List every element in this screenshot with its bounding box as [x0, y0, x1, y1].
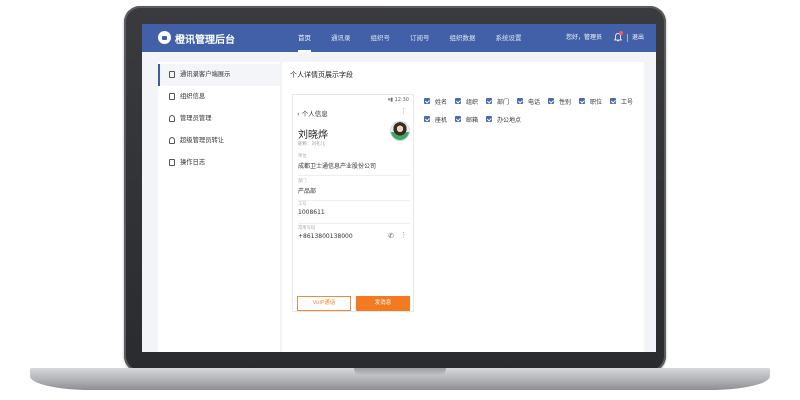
- field-value: 成都卫士通信息产业股份公司: [298, 163, 377, 170]
- nav-item-home[interactable]: 首页: [288, 24, 321, 52]
- checkbox-label: 工号: [621, 98, 634, 106]
- checkbox-label: 职位: [590, 98, 603, 106]
- header-divider: [627, 34, 628, 42]
- nav-item-org-data[interactable]: 组织数据: [440, 24, 486, 52]
- users-icon: [169, 115, 175, 122]
- checkbox-position[interactable]: 职位: [579, 96, 602, 106]
- document-icon: [169, 93, 175, 100]
- page-title: 个人详情页展示字段: [290, 71, 353, 79]
- field-value: +8613800138000: [298, 233, 353, 240]
- sidebar-item-operation-log[interactable]: 操作日志: [158, 152, 280, 174]
- notification-badge: [619, 31, 623, 35]
- checkbox-landline[interactable]: 座机: [424, 114, 447, 124]
- field-phone: 常用号码 +8613800138000 ✆ ⋮: [298, 225, 410, 247]
- user-greeting: 您好，管理员: [566, 34, 603, 41]
- more-icon: ⋮: [400, 231, 407, 239]
- send-message-button: 发消息: [356, 296, 410, 311]
- status-time: 12:30: [394, 97, 409, 103]
- phone-status-bar: ▾▮ 12:30: [388, 97, 409, 103]
- field-value: 产品部: [298, 188, 317, 195]
- checkbox-checked[interactable]: [610, 98, 616, 104]
- field-employee-id: 工号 1008611: [298, 201, 410, 224]
- user-transfer-icon: [169, 137, 175, 144]
- phone-back: ‹ 个人信息: [297, 108, 328, 118]
- checkbox-employee-id[interactable]: 工号: [610, 96, 633, 106]
- chevron-left-icon: ‹: [297, 110, 300, 118]
- checkbox-label: 性别: [559, 98, 572, 106]
- checkbox-email[interactable]: 邮箱: [455, 114, 478, 124]
- contact-nickname: 昵称：刘礼儿: [298, 142, 325, 147]
- app-title: 橙讯管理后台: [175, 35, 235, 46]
- top-nav: 首页 通讯录 组织号 订阅号 组织数据 系统设置: [288, 24, 532, 52]
- sidebar-item-super-admin-transfer[interactable]: 超级管理员转让: [158, 130, 280, 152]
- field-unit: 单位 成都卫士通信息产业股份公司: [298, 153, 410, 176]
- checkbox-label: 座机: [435, 116, 448, 124]
- lock-logo-icon: [158, 31, 171, 44]
- nav-item-org-account[interactable]: 组织号: [361, 24, 401, 52]
- checkbox-checked[interactable]: [424, 98, 430, 104]
- checkbox-checked[interactable]: [455, 116, 461, 122]
- more-icon: ⋮: [400, 107, 407, 115]
- sidebar: 通讯录客户端展示 组织信息 管理员管理 超级管理员转让 操作日志: [158, 62, 280, 352]
- checkbox-label: 部门: [497, 98, 510, 106]
- checkbox-label: 邮箱: [466, 116, 479, 124]
- checkbox-checked[interactable]: [517, 98, 523, 104]
- signal-icon: ▾▮: [387, 97, 393, 103]
- sidebar-item-label: 操作日志: [180, 159, 206, 166]
- checkbox-gender[interactable]: 性别: [548, 96, 571, 106]
- checkbox-checked[interactable]: [486, 116, 492, 122]
- checkbox-org[interactable]: 组织: [455, 96, 478, 106]
- sidebar-item-label: 组织信息: [180, 93, 206, 100]
- voip-call-button: VoIP通话: [297, 296, 351, 311]
- contact-name: 刘晓烨: [298, 130, 328, 141]
- sidebar-item-label: 通讯录客户端展示: [180, 71, 231, 78]
- field-label: 部门: [298, 179, 307, 184]
- nav-item-settings[interactable]: 系统设置: [486, 24, 532, 52]
- top-bar: 橙讯管理后台 首页 通讯录 组织号 订阅号 组织数据 系统设置 您好，管理员 退…: [142, 24, 656, 52]
- phone-icon: [169, 71, 175, 78]
- call-icon: ✆: [388, 232, 394, 240]
- checkbox-checked[interactable]: [455, 98, 461, 104]
- field-label: 工号: [298, 202, 307, 207]
- checkbox-label: 组织: [466, 98, 479, 106]
- checkbox-phone[interactable]: 电话: [517, 96, 540, 106]
- field-value: 1008611: [298, 209, 325, 216]
- laptop-notch: [354, 368, 446, 375]
- main-panel: 个人详情页展示字段 ▾▮ 12:30 ‹ 个人信息 ⋮ 刘晓烨 昵称：刘礼儿 单…: [282, 62, 644, 352]
- logout-link[interactable]: 退出: [632, 24, 644, 52]
- field-department: 部门 产品部: [298, 178, 410, 201]
- checkbox-office[interactable]: 办公地点: [486, 114, 521, 124]
- nav-item-subscription[interactable]: 订阅号: [400, 24, 440, 52]
- log-icon: [169, 159, 175, 166]
- checkbox-label: 电话: [528, 98, 541, 106]
- sidebar-item-org-info[interactable]: 组织信息: [158, 86, 280, 108]
- checkbox-checked[interactable]: [486, 98, 492, 104]
- sidebar-item-contacts-display[interactable]: 通讯录客户端展示: [158, 64, 280, 86]
- sidebar-item-label: 超级管理员转让: [180, 137, 225, 144]
- nav-item-contacts[interactable]: 通讯录: [321, 24, 361, 52]
- field-label: 单位: [298, 154, 307, 159]
- checkbox-department[interactable]: 部门: [486, 96, 509, 106]
- phone-preview: ▾▮ 12:30 ‹ 个人信息 ⋮ 刘晓烨 昵称：刘礼儿 单位 成都卫士通信息产…: [292, 94, 414, 312]
- avatar: [390, 121, 410, 141]
- field-label: 常用号码: [298, 226, 316, 231]
- checkbox-checked[interactable]: [424, 116, 430, 122]
- sidebar-item-admin-manage[interactable]: 管理员管理: [158, 108, 280, 130]
- checkbox-name[interactable]: 姓名: [424, 96, 447, 106]
- checkbox-label: 办公地点: [497, 116, 522, 124]
- sidebar-item-label: 管理员管理: [180, 115, 212, 122]
- checkbox-checked[interactable]: [579, 98, 585, 104]
- screen: 橙讯管理后台 首页 通讯录 组织号 订阅号 组织数据 系统设置 您好，管理员 退…: [142, 24, 656, 352]
- checkbox-label: 姓名: [435, 98, 448, 106]
- phone-header-title: 个人信息: [301, 110, 328, 118]
- checkbox-checked[interactable]: [548, 98, 554, 104]
